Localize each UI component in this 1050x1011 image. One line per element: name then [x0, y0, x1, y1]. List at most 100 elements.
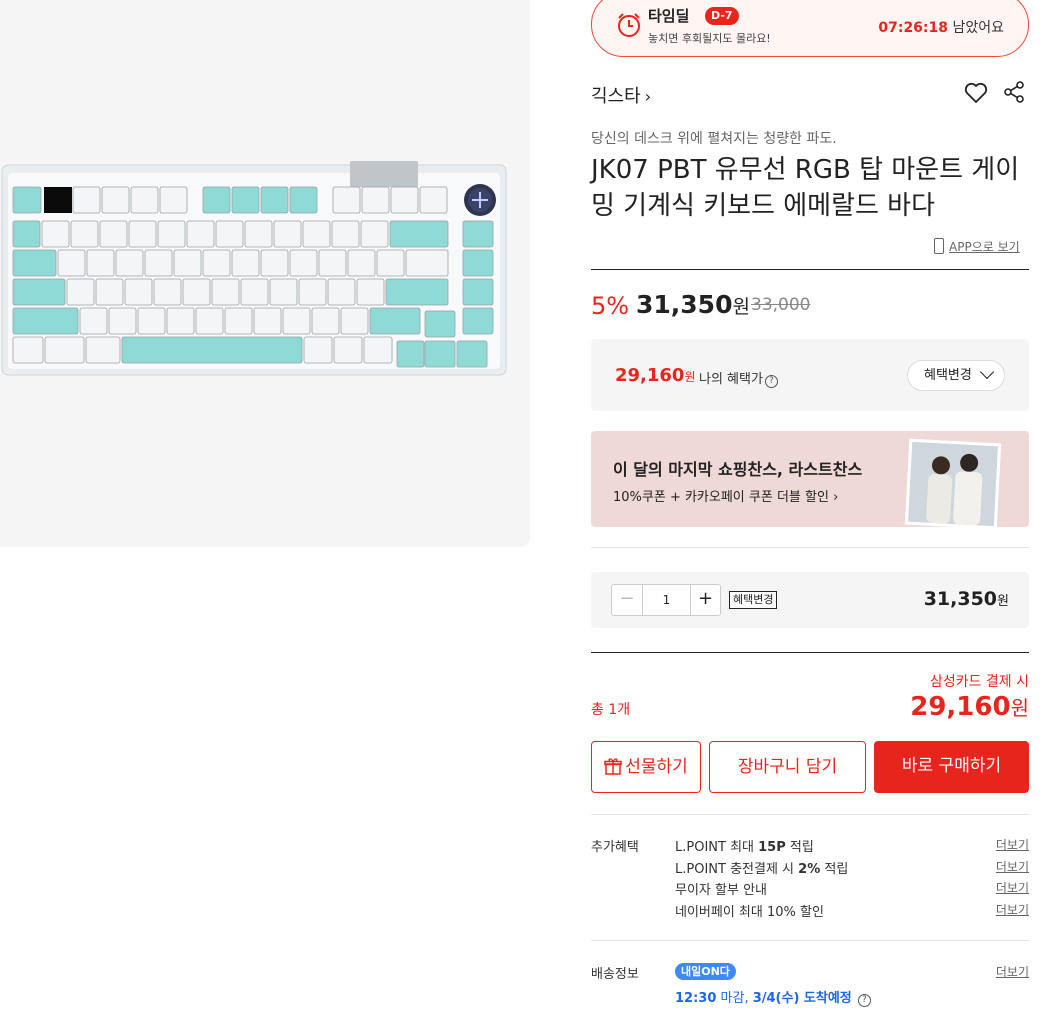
keycap	[121, 336, 303, 364]
quantity-benefit-change-button[interactable]: 혜택변경	[729, 591, 778, 609]
promo-model-photo	[904, 438, 1002, 527]
shipping-badge: 내일ON다	[675, 963, 736, 980]
keycap	[260, 186, 289, 214]
keycap	[108, 307, 137, 335]
shipping-more-link[interactable]: 더보기	[996, 963, 1029, 980]
timedeal-banner[interactable]: 타임딜 D-7 놓치면 후회될지도 몰라요! 07:26:18 남았어요	[591, 0, 1029, 57]
keycap	[202, 186, 231, 214]
keycap	[273, 220, 302, 248]
keycap	[12, 278, 66, 306]
keycap	[72, 186, 101, 214]
promo-subtitle-text: 10%쿠폰 + 카카오페이 쿠폰 더블 할인	[613, 490, 829, 505]
keycap	[462, 249, 494, 277]
keycap	[173, 249, 202, 277]
extra-benefit-highlight: 15P	[758, 840, 786, 855]
divider	[591, 940, 1029, 941]
item-price-unit: 원	[997, 594, 1009, 609]
promo-banner[interactable]: 이 달의 마지막 쇼핑찬스, 라스트찬스 10%쿠폰 + 카카오페이 쿠폰 더블…	[591, 431, 1029, 527]
timer-value: 07:26:18	[878, 20, 949, 36]
benefit-price-box: 29,160원 나의 혜택가? 혜택변경	[591, 339, 1029, 411]
keycap	[347, 249, 376, 277]
chevron-down-icon	[979, 364, 995, 380]
keycap	[244, 220, 273, 248]
help-icon[interactable]: ?	[764, 375, 778, 388]
extra-benefit-list: L.POINT 최대 15P 적립 더보기 L.POINT 충전결제 시 2% 적…	[675, 836, 1029, 922]
extra-benefit-item: 무이자 할부 안내 더보기	[675, 879, 1029, 901]
heart-icon[interactable]	[963, 80, 989, 106]
models-illustration	[907, 441, 999, 527]
more-link[interactable]: 더보기	[996, 836, 1029, 853]
keycap	[202, 249, 231, 277]
keycap	[70, 220, 99, 248]
divider	[591, 269, 1029, 270]
share-icon[interactable]	[1002, 80, 1026, 104]
product-title: JK07 PBT 유무선 RGB 탑 마운트 게이밍 기계식 키보드 에메랄드 …	[591, 155, 1020, 221]
keycap	[66, 278, 95, 306]
keycap	[12, 307, 79, 335]
item-price: 31,350원	[924, 588, 1009, 610]
keycap	[85, 336, 121, 364]
brand-link[interactable]: 긱스타 ›	[591, 82, 651, 108]
extra-benefit-text: 적립	[820, 861, 849, 877]
more-link[interactable]: 더보기	[996, 858, 1029, 875]
keycap	[115, 249, 144, 277]
extra-benefit-item: L.POINT 최대 15P 적립 더보기	[675, 836, 1029, 858]
shipping-cutoff-time: 12:30	[675, 991, 717, 1006]
shipping-title: 배송정보	[591, 967, 639, 982]
benefit-price-unit: 원	[684, 370, 696, 384]
timedeal-title: 타임딜	[648, 7, 690, 25]
keycap	[419, 186, 448, 214]
divider	[591, 547, 1029, 548]
dday-badge: D-7	[705, 7, 739, 25]
app-view-link[interactable]: APP으로 보기	[934, 238, 1020, 255]
gift-button[interactable]: 선물하기	[591, 741, 701, 793]
keycap	[240, 278, 269, 306]
keycap	[186, 220, 215, 248]
more-link[interactable]: 더보기	[996, 879, 1029, 896]
keycap	[224, 307, 253, 335]
extra-benefit-text: L.POINT 충전결제 시	[675, 861, 799, 877]
buy-now-button[interactable]: 바로 구매하기	[874, 741, 1029, 793]
minus-button[interactable]: −	[612, 585, 642, 615]
keycap	[12, 220, 41, 248]
benefit-price-value: 29,160	[615, 365, 685, 386]
keycap	[166, 307, 195, 335]
sale-price-value: 31,350	[636, 290, 733, 319]
keycap	[405, 249, 449, 277]
more-link[interactable]: 더보기	[996, 901, 1029, 918]
keycap	[289, 249, 318, 277]
benefit-label: 나의 혜택가?	[699, 368, 778, 388]
keycap	[390, 186, 419, 214]
plus-button[interactable]: +	[690, 585, 720, 615]
shipping-arrival: 3/4(수) 도착예정	[752, 991, 852, 1006]
brand-name: 긱스타	[591, 86, 641, 107]
keycap	[282, 307, 311, 335]
keycap	[331, 220, 360, 248]
keycap	[389, 220, 449, 248]
keycap	[298, 278, 327, 306]
keycap	[340, 307, 369, 335]
chevron-right-icon: ›	[644, 87, 652, 106]
benefit-change-button[interactable]: 혜택변경	[907, 360, 1005, 391]
gift-icon	[604, 758, 622, 775]
keycap	[128, 220, 157, 248]
help-icon[interactable]: ?	[857, 994, 871, 1007]
product-image-panel	[0, 0, 530, 547]
keycap	[311, 307, 340, 335]
keycap	[396, 340, 425, 368]
alarm-clock-icon	[618, 13, 640, 37]
keycap	[462, 307, 494, 335]
keycap	[137, 307, 166, 335]
keycap	[86, 249, 115, 277]
gift-button-label: 선물하기	[625, 757, 688, 777]
total-price-value: 29,160	[910, 692, 1011, 722]
quantity-value[interactable]: 1	[642, 585, 690, 615]
extra-benefit-text: 적립	[785, 840, 814, 855]
keycap	[157, 220, 186, 248]
extra-benefit-text: 무이자 할부 안내	[675, 883, 767, 898]
total-price: 29,160원	[910, 692, 1029, 722]
keycap	[79, 307, 108, 335]
keycap	[130, 186, 159, 214]
add-to-cart-button[interactable]: 장바구니 담기	[709, 741, 866, 793]
keycap	[124, 278, 153, 306]
